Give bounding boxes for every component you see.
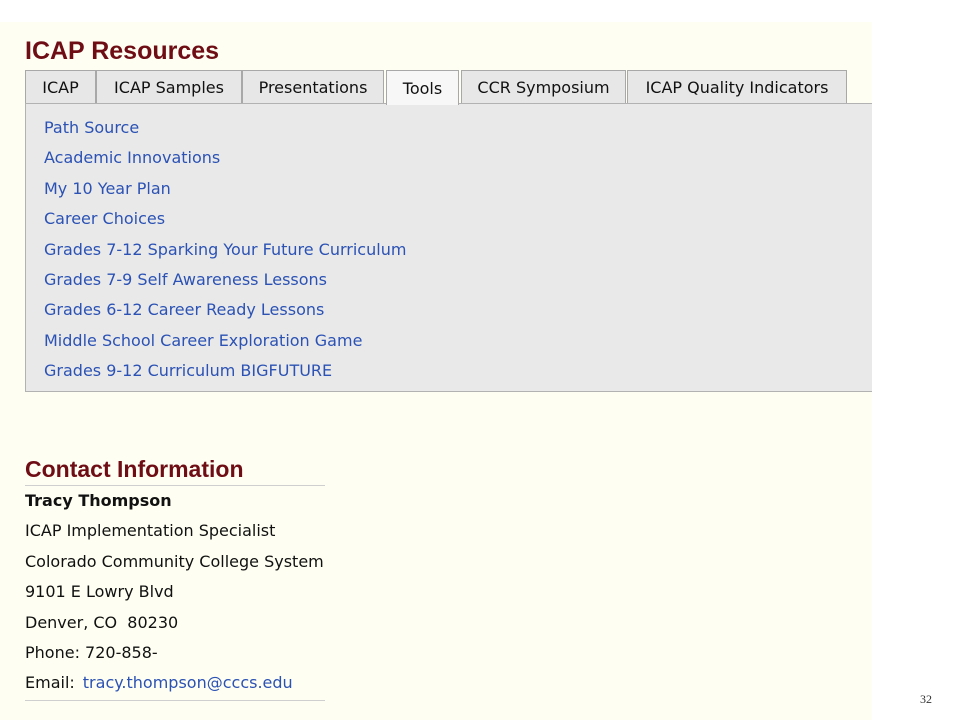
email-label: Email: xyxy=(25,673,75,693)
list-item: Grades 7-12 Sparking Your Future Curricu… xyxy=(44,235,406,265)
link-career-choices[interactable]: Career Choices xyxy=(44,209,165,228)
link-my-10-year-plan[interactable]: My 10 Year Plan xyxy=(44,179,171,198)
list-item: Grades 9-12 Curriculum BIGFUTURE xyxy=(44,356,406,386)
contact-bottom-divider xyxy=(25,700,325,701)
list-item: Academic Innovations xyxy=(44,143,406,173)
tab-icap-quality-indicators[interactable]: ICAP Quality Indicators xyxy=(627,70,847,103)
list-item: My 10 Year Plan xyxy=(44,174,406,204)
link-academic-innovations[interactable]: Academic Innovations xyxy=(44,148,220,167)
link-career-ready-lessons[interactable]: Grades 6-12 Career Ready Lessons xyxy=(44,300,324,319)
contact-address-line2: Denver, CO 80230 xyxy=(25,612,179,632)
contact-address-line1: 9101 E Lowry Blvd xyxy=(25,582,174,602)
tab-tools[interactable]: Tools xyxy=(386,70,459,105)
tab-presentations[interactable]: Presentations xyxy=(242,70,384,103)
tab-icap[interactable]: ICAP xyxy=(25,70,96,103)
tab-bar: ICAP ICAP Samples Presentations Tools CC… xyxy=(25,70,872,105)
list-item: Career Choices xyxy=(44,204,406,234)
resources-title: ICAP Resources xyxy=(25,37,220,65)
tab-icap-samples[interactable]: ICAP Samples xyxy=(96,70,242,103)
phone-value: 720-858- xyxy=(85,642,158,662)
link-career-exploration-game[interactable]: Middle School Career Exploration Game xyxy=(44,331,362,350)
link-self-awareness-lessons[interactable]: Grades 7-9 Self Awareness Lessons xyxy=(44,270,327,289)
phone-label: Phone: xyxy=(25,642,80,662)
page-number: 32 xyxy=(920,692,932,706)
link-bigfuture-curriculum[interactable]: Grades 9-12 Curriculum BIGFUTURE xyxy=(44,361,332,380)
list-item: Path Source xyxy=(44,113,406,143)
contact-name: Tracy Thompson xyxy=(25,491,172,510)
list-item: Grades 7-9 Self Awareness Lessons xyxy=(44,265,406,295)
contact-email-row: Email: tracy.thompson@cccs.edu xyxy=(25,670,324,700)
tab-ccr-symposium[interactable]: CCR Symposium xyxy=(461,70,626,103)
link-sparking-your-future[interactable]: Grades 7-12 Sparking Your Future Curricu… xyxy=(44,240,406,259)
tools-tab-panel: Path Source Academic Innovations My 10 Y… xyxy=(25,103,872,392)
contact-details: Tracy Thompson ICAP Implementation Speci… xyxy=(25,488,324,701)
contact-organization: Colorado Community College System xyxy=(25,551,324,571)
contact-divider xyxy=(25,485,325,486)
list-item: Middle School Career Exploration Game xyxy=(44,326,406,356)
email-link[interactable]: tracy.thompson@cccs.edu xyxy=(83,673,293,692)
list-item: Grades 6-12 Career Ready Lessons xyxy=(44,295,406,325)
link-path-source[interactable]: Path Source xyxy=(44,118,139,137)
contact-title: Contact Information xyxy=(25,456,244,482)
contact-role: ICAP Implementation Specialist xyxy=(25,521,276,541)
tools-link-list: Path Source Academic Innovations My 10 Y… xyxy=(44,113,406,387)
contact-phone-row: Phone: 720-858- xyxy=(25,640,324,670)
